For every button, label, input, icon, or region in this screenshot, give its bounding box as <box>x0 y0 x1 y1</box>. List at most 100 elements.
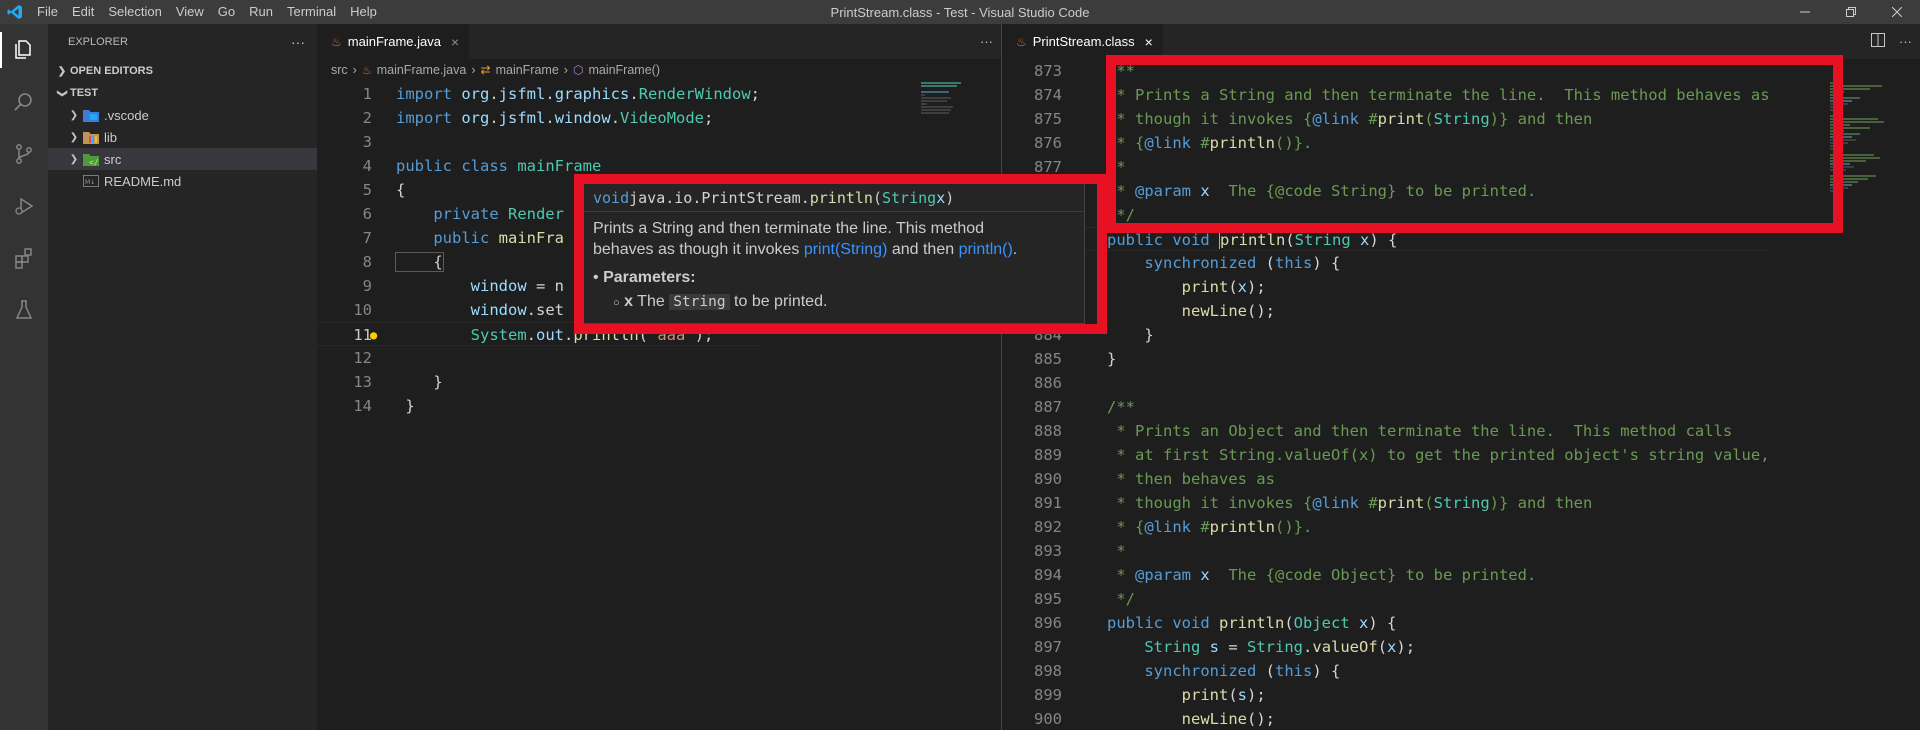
right-tab-bar: ♨ PrintStream.class × ··· <box>1002 24 1920 59</box>
method-symbol-icon: ⬡ <box>572 63 584 77</box>
line-number: 14 <box>353 397 372 415</box>
hover-parameters: • Parameters: ○ x The String to be print… <box>593 269 828 310</box>
line-number: 899 <box>1034 686 1062 704</box>
line-number: 12 <box>353 349 372 367</box>
hover-tooltip: void java.io.PrintStream. println(String … <box>582 183 1085 324</box>
close-tab-icon[interactable]: × <box>1145 34 1153 50</box>
line-number: 890 <box>1034 470 1062 488</box>
tree-item-vscode[interactable]: ❯ .vscode <box>48 104 317 126</box>
line-number: 892 <box>1034 518 1062 536</box>
menu-help[interactable]: Help <box>343 0 384 24</box>
line-number: 897 <box>1034 638 1062 656</box>
editor-more-button[interactable]: ··· <box>1899 34 1912 49</box>
menu-run[interactable]: Run <box>242 0 280 24</box>
circle-bullet-icon: ○ <box>613 297 620 309</box>
project-section[interactable]: ❯ TEST <box>48 82 317 104</box>
chevron-right-icon: › <box>563 63 568 77</box>
source-control-icon[interactable] <box>0 128 48 180</box>
svg-text:M↓: M↓ <box>85 179 95 186</box>
vscode-logo-icon <box>0 0 30 24</box>
line-number: 896 <box>1034 614 1062 632</box>
java-file-icon: ♨ <box>1016 34 1027 49</box>
line-number: 13 <box>353 373 372 391</box>
line-number: 877 <box>1034 158 1062 176</box>
editor-more-button[interactable]: ··· <box>980 34 993 49</box>
line-number: 889 <box>1034 446 1062 464</box>
breadcrumb-src[interactable]: src <box>331 63 348 77</box>
right-minimap[interactable] <box>1830 81 1908 730</box>
breadcrumb-class[interactable]: mainFrame <box>496 63 559 77</box>
menu-file[interactable]: File <box>30 0 65 24</box>
line-number: 895 <box>1034 590 1062 608</box>
activity-bar <box>0 24 48 730</box>
menu-terminal[interactable]: Terminal <box>280 0 343 24</box>
menu-view[interactable]: View <box>169 0 211 24</box>
close-window-button[interactable] <box>1874 0 1920 24</box>
line-number: 7 <box>362 229 372 247</box>
line-number: 893 <box>1034 542 1062 560</box>
right-code[interactable]: 873/** 874 * Prints a String and then te… <box>1002 59 1770 730</box>
chevron-right-icon: ❯ <box>69 109 79 121</box>
line-number: 894 <box>1034 566 1062 584</box>
line-number: 898 <box>1034 662 1062 680</box>
run-debug-icon[interactable] <box>0 180 48 232</box>
chevron-right-icon: › <box>471 63 476 77</box>
open-editors-section[interactable]: ❯ OPEN EDITORS <box>48 60 317 82</box>
menu-selection[interactable]: Selection <box>101 0 168 24</box>
explorer-sidebar: EXPLORER ··· ❯ OPEN EDITORS ❯ TEST ❯ .vs… <box>48 24 317 730</box>
breadcrumb-method[interactable]: mainFrame() <box>588 63 660 77</box>
chevron-right-icon: ❯ <box>69 131 79 143</box>
line-number: 4 <box>362 157 372 175</box>
markdown-file-icon: M↓ <box>82 173 100 189</box>
line-number: 873 <box>1034 62 1062 80</box>
folder-src-icon: </> <box>82 151 100 167</box>
testing-flask-icon[interactable] <box>0 284 48 336</box>
line-number: 1 <box>362 85 372 103</box>
line-number: 874 <box>1034 86 1062 104</box>
tree-item-lib[interactable]: ❯ lib <box>48 126 317 148</box>
line-number: 885 <box>1034 350 1062 368</box>
java-file-icon: ♨ <box>361 64 372 77</box>
breadcrumb-file[interactable]: mainFrame.java <box>377 63 467 77</box>
explorer-icon[interactable] <box>0 24 48 76</box>
minimize-button[interactable] <box>1782 0 1828 24</box>
right-editor: ♨ PrintStream.class × ··· 873/** 874 * P… <box>1002 24 1920 730</box>
svg-text:</>: </> <box>89 158 99 166</box>
chevron-right-icon: ❯ <box>57 65 67 77</box>
line-number: 3 <box>362 133 372 151</box>
split-editor-icon[interactable] <box>1871 33 1885 50</box>
chevron-right-icon: ❯ <box>69 153 79 165</box>
line-number: 884 <box>1034 326 1062 344</box>
explorer-title: EXPLORER <box>68 36 128 48</box>
extensions-icon[interactable] <box>0 232 48 284</box>
println-link[interactable]: println() <box>959 241 1013 258</box>
line-number: 11 <box>353 326 372 344</box>
chevron-right-icon: › <box>352 63 357 77</box>
lightbulb-icon[interactable]: ● <box>370 323 377 347</box>
left-minimap[interactable] <box>921 81 981 730</box>
left-tab-bar: ♨ mainFrame.java × ··· <box>317 24 1001 59</box>
line-number: 875 <box>1034 110 1062 128</box>
line-number: 888 <box>1034 422 1062 440</box>
hover-description: Prints a String and then terminate the l… <box>593 220 1018 258</box>
folder-lib-icon <box>82 129 100 145</box>
line-number: 891 <box>1034 494 1062 512</box>
line-number: 5 <box>362 181 372 199</box>
folder-vscode-icon <box>82 107 100 123</box>
java-file-icon: ♨ <box>331 34 342 49</box>
menu-edit[interactable]: Edit <box>65 0 101 24</box>
restore-button[interactable] <box>1828 0 1874 24</box>
line-number: 6 <box>362 205 372 223</box>
explorer-more-button[interactable]: ··· <box>291 34 305 50</box>
line-number: 8 <box>362 253 372 271</box>
hover-signature: void java.io.PrintStream. println(String … <box>583 184 1084 212</box>
menu-go[interactable]: Go <box>211 0 242 24</box>
tab-mainframe-java[interactable]: ♨ mainFrame.java × <box>317 24 470 59</box>
breadcrumb: src › ♨ mainFrame.java › ⇄ mainFrame › ⬡… <box>317 59 1001 81</box>
tree-item-src[interactable]: ❯ </> src <box>48 148 317 170</box>
tab-printstream-class[interactable]: ♨ PrintStream.class × <box>1002 24 1163 59</box>
close-tab-icon[interactable]: × <box>451 34 459 50</box>
search-icon[interactable] <box>0 76 48 128</box>
print-string-link[interactable]: print(String) <box>804 241 888 258</box>
tree-item-readme[interactable]: M↓ README.md <box>48 170 317 192</box>
